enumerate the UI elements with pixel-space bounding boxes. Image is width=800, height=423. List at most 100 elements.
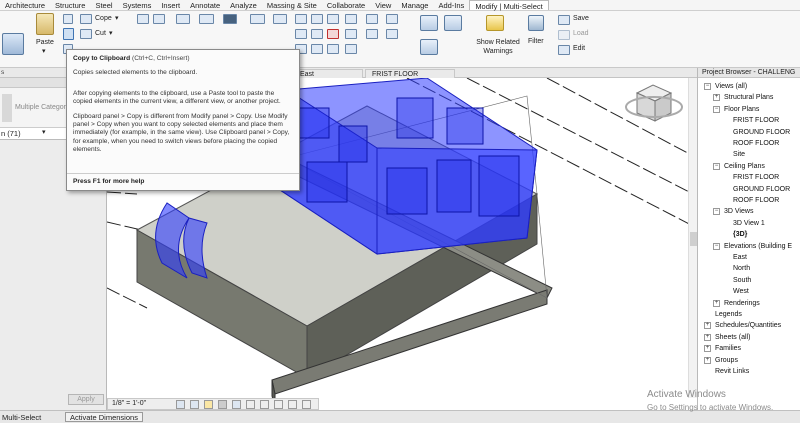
collapse-icon[interactable]: − xyxy=(704,83,711,90)
tab-add-ins[interactable]: Add-Ins xyxy=(433,0,469,10)
browser-item[interactable]: Sheets (all) xyxy=(715,333,750,342)
temporary-hide-icon[interactable] xyxy=(274,400,283,409)
tab-structure[interactable]: Structure xyxy=(50,0,90,10)
paste-button[interactable] xyxy=(36,13,54,35)
crop-view-icon[interactable] xyxy=(246,400,255,409)
join-geometry-icon[interactable] xyxy=(137,14,149,24)
browser-item[interactable]: Families xyxy=(715,344,741,353)
scale-icon[interactable] xyxy=(311,44,323,54)
tab-manage[interactable]: Manage xyxy=(396,0,433,10)
show-crop-icon[interactable] xyxy=(260,400,269,409)
override-graphics-icon[interactable] xyxy=(345,29,357,39)
measure-icon[interactable] xyxy=(366,14,378,24)
offset-icon[interactable] xyxy=(250,14,265,24)
paste-label[interactable]: Paste xyxy=(36,39,54,46)
cut-geometry-icon[interactable] xyxy=(80,29,92,39)
browser-item[interactable]: Site xyxy=(733,150,745,159)
analytical-model-icon[interactable] xyxy=(302,400,311,409)
copy-to-clipboard-button[interactable] xyxy=(63,28,74,40)
visual-style-icon[interactable] xyxy=(190,400,199,409)
split-icon[interactable] xyxy=(311,29,323,39)
collapse-icon[interactable]: − xyxy=(713,162,720,170)
browser-item[interactable]: North xyxy=(733,264,750,273)
cope-label[interactable]: Cope xyxy=(95,15,112,22)
browser-item[interactable]: Schedules/Quantities xyxy=(715,321,781,330)
collapse-icon[interactable]: − xyxy=(713,105,720,113)
browser-item[interactable]: Groups xyxy=(715,356,738,365)
browser-item[interactable]: Elevations (Building E xyxy=(724,242,792,251)
browser-item[interactable]: Views (all) xyxy=(715,82,747,91)
tab-modify-multi-select[interactable]: Modify | Multi-Select xyxy=(469,0,549,11)
wall-joins-icon[interactable] xyxy=(199,14,214,24)
selection-box-button[interactable] xyxy=(420,39,438,55)
browser-item[interactable]: Floor Plans xyxy=(724,105,759,114)
expand-icon[interactable]: + xyxy=(704,345,711,353)
trim-icon[interactable] xyxy=(295,29,307,39)
cut-dropdown-icon[interactable]: ▾ xyxy=(109,29,113,37)
filter-icon[interactable] xyxy=(528,15,544,31)
move-icon[interactable] xyxy=(295,14,307,24)
chevron-down-icon[interactable]: ▾ xyxy=(42,128,46,136)
activate-dimensions-button[interactable]: Activate Dimensions xyxy=(65,412,143,422)
modify-select-button[interactable] xyxy=(2,33,24,55)
tab-systems[interactable]: Systems xyxy=(118,0,157,10)
browser-item[interactable]: GROUND FLOOR xyxy=(733,128,790,137)
align-icon[interactable] xyxy=(223,14,237,24)
browser-item[interactable]: Renderings xyxy=(724,299,760,308)
sun-path-icon[interactable] xyxy=(204,400,213,409)
tab-collaborate[interactable]: Collaborate xyxy=(322,0,370,10)
browser-item[interactable]: FRIST FLOOR xyxy=(733,116,779,125)
expand-icon[interactable]: + xyxy=(704,356,711,364)
load-selection-icon[interactable] xyxy=(558,30,570,40)
cut-label[interactable]: Cut xyxy=(95,30,106,37)
tab-east[interactable]: East xyxy=(293,69,363,78)
save-selection-icon[interactable] xyxy=(558,15,570,25)
save-label[interactable]: Save xyxy=(573,15,589,22)
paint-icon[interactable] xyxy=(176,14,190,24)
split-face-icon[interactable] xyxy=(153,14,165,24)
collapse-icon[interactable]: − xyxy=(713,242,720,250)
mirror-icon[interactable] xyxy=(273,14,287,24)
paste-dropdown-icon[interactable]: ▾ xyxy=(42,47,46,55)
browser-item[interactable]: East xyxy=(733,253,747,262)
delete-icon[interactable] xyxy=(327,29,339,39)
scrollbar-thumb[interactable] xyxy=(690,232,697,246)
create-group-icon[interactable] xyxy=(386,29,398,39)
tab-architecture[interactable]: Architecture xyxy=(0,0,50,10)
browser-item[interactable]: West xyxy=(733,287,749,296)
create-assembly-button[interactable] xyxy=(420,15,438,31)
tab-massing-site[interactable]: Massing & Site xyxy=(262,0,322,10)
tab-annotate[interactable]: Annotate xyxy=(185,0,225,10)
show-related-warnings-label[interactable]: Show Related Warnings xyxy=(474,38,522,56)
create-similar-icon[interactable] xyxy=(366,29,378,39)
browser-item[interactable]: ROOF FLOOR xyxy=(733,196,779,205)
render-icon[interactable] xyxy=(232,400,241,409)
copy-icon[interactable] xyxy=(311,14,323,24)
edit-label[interactable]: Edit xyxy=(573,45,585,52)
browser-item[interactable]: FRIST FLOOR xyxy=(733,173,779,182)
expand-icon[interactable]: + xyxy=(713,299,720,307)
detail-level-icon[interactable] xyxy=(176,400,185,409)
browser-item[interactable]: Legends xyxy=(715,310,742,319)
expand-icon[interactable]: + xyxy=(713,94,720,102)
collapse-icon[interactable]: − xyxy=(713,208,720,216)
tab-frist-floor[interactable]: FRIST FLOOR xyxy=(365,69,455,78)
reveal-hidden-icon[interactable] xyxy=(288,400,297,409)
tab-analyze[interactable]: Analyze xyxy=(225,0,262,10)
browser-item[interactable]: GROUND FLOOR xyxy=(733,185,790,194)
browser-item[interactable]: ROOF FLOOR xyxy=(733,139,779,148)
browser-item[interactable]: Revit Links xyxy=(715,367,749,376)
browser-item[interactable]: 3D View 1 xyxy=(733,219,765,228)
eyedropper-icon[interactable] xyxy=(345,14,357,24)
apply-button[interactable]: Apply xyxy=(68,394,104,405)
shadows-icon[interactable] xyxy=(218,400,227,409)
load-label[interactable]: Load xyxy=(573,30,589,37)
create-parts-button[interactable] xyxy=(444,15,462,31)
expand-icon[interactable]: + xyxy=(704,322,711,330)
dimension-icon[interactable] xyxy=(386,14,398,24)
show-related-warnings-button[interactable] xyxy=(486,15,504,31)
array-icon[interactable] xyxy=(327,44,339,54)
edit-selection-icon[interactable] xyxy=(558,45,570,55)
tab-view[interactable]: View xyxy=(370,0,396,10)
browser-item[interactable]: Structural Plans xyxy=(724,93,773,102)
